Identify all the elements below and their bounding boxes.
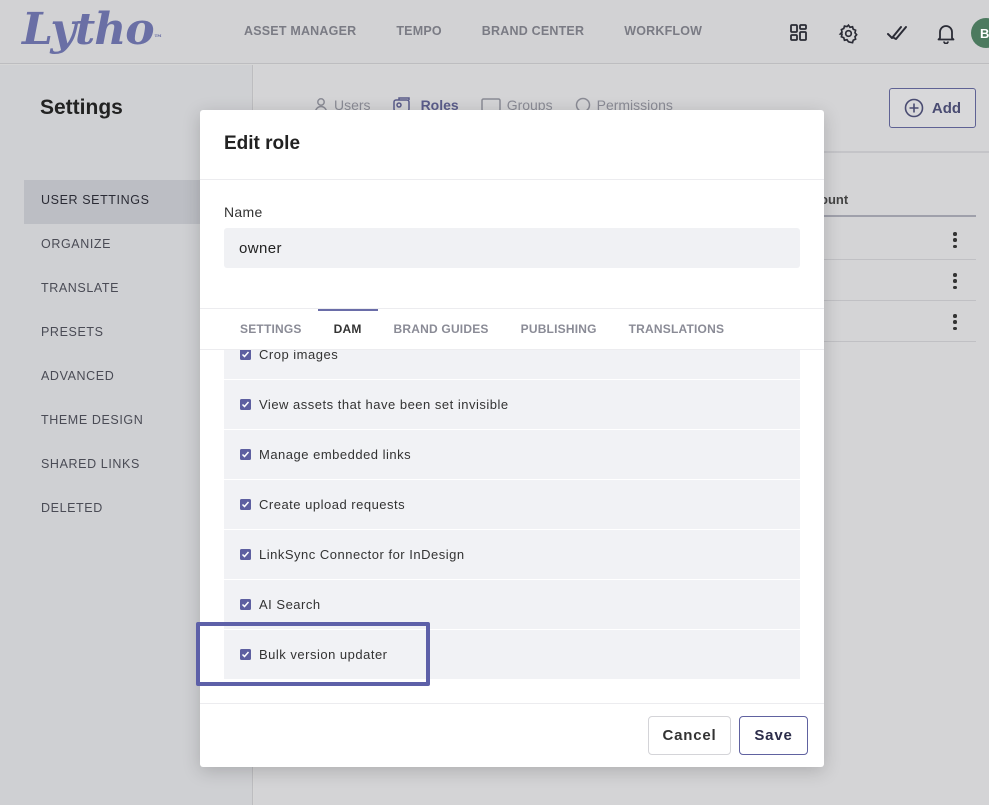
- nav-asset-manager[interactable]: ASSET MANAGER: [244, 24, 356, 38]
- table-row-divider: [820, 300, 976, 301]
- bell-icon[interactable]: [933, 20, 959, 46]
- top-icons: [786, 20, 959, 46]
- permissions-scroll-area[interactable]: Crop images View assets that have been s…: [224, 350, 800, 680]
- add-button-label: Add: [931, 99, 962, 117]
- nav-brand-center[interactable]: BRAND CENTER: [482, 24, 584, 38]
- row-menu-icon[interactable]: [949, 270, 961, 292]
- add-button[interactable]: Add: [889, 88, 976, 128]
- table-row-divider: [820, 341, 976, 342]
- nav-workflow[interactable]: WORKFLOW: [624, 24, 702, 38]
- permission-row: Manage embedded links: [224, 430, 800, 480]
- gear-icon[interactable]: [835, 20, 861, 46]
- main-nav: ASSET MANAGER TEMPO BRAND CENTER WORKFLO…: [244, 24, 702, 38]
- permission-row: AI Search: [224, 580, 800, 630]
- checkbox-checked-icon[interactable]: [240, 499, 251, 510]
- user-avatar[interactable]: B: [971, 18, 989, 48]
- name-label: Name: [224, 204, 263, 220]
- checkbox-checked-icon[interactable]: [240, 449, 251, 460]
- top-navbar: Lytho™ ASSET MANAGER TEMPO BRAND CENTER …: [0, 0, 989, 64]
- role-name-input[interactable]: [224, 228, 800, 268]
- apps-icon[interactable]: [786, 20, 812, 46]
- checkbox-checked-icon[interactable]: [240, 649, 251, 660]
- tab-translations[interactable]: TRANSLATIONS: [613, 309, 741, 349]
- table-row-divider: [820, 259, 976, 260]
- permission-label: AI Search: [259, 597, 321, 612]
- checkbox-checked-icon[interactable]: [240, 350, 251, 360]
- row-menu-icon[interactable]: [949, 311, 961, 333]
- modal-title: Edit role: [224, 133, 301, 154]
- checkbox-checked-icon[interactable]: [240, 599, 251, 610]
- tab-publishing[interactable]: PUBLISHING: [505, 309, 613, 349]
- modal-divider: [200, 703, 824, 704]
- logo-text: Lytho: [22, 4, 155, 55]
- permission-row: Crop images: [224, 350, 800, 380]
- nav-tempo[interactable]: TEMPO: [396, 24, 441, 38]
- column-header-count: ount: [820, 192, 849, 207]
- checkbox-checked-icon[interactable]: [240, 549, 251, 560]
- column-header-underline: [820, 215, 976, 217]
- permission-row: Create upload requests: [224, 480, 800, 530]
- permission-row: LinkSync Connector for InDesign: [224, 530, 800, 580]
- tab-dam[interactable]: DAM: [317, 309, 378, 349]
- tab-brand-guides[interactable]: BRAND GUIDES: [378, 309, 505, 349]
- sidebar-title: Settings: [40, 96, 123, 119]
- edit-role-modal: Edit role Name SETTINGS DAM BRAND GUIDES…: [200, 110, 824, 767]
- plus-circle-icon: [904, 98, 924, 118]
- save-button[interactable]: Save: [739, 716, 808, 755]
- modal-tabs: SETTINGS DAM BRAND GUIDES PUBLISHING TRA…: [224, 309, 740, 349]
- permission-label: Manage embedded links: [259, 447, 412, 462]
- permission-label: View assets that have been set invisible: [259, 397, 509, 412]
- cancel-button[interactable]: Cancel: [648, 716, 731, 755]
- lytho-logo[interactable]: Lytho™: [22, 4, 163, 55]
- checkbox-checked-icon[interactable]: [240, 399, 251, 410]
- permission-row: Bulk version updater: [224, 630, 800, 680]
- permission-label: Create upload requests: [259, 497, 406, 512]
- double-check-icon[interactable]: [884, 20, 910, 46]
- modal-divider: [200, 179, 824, 180]
- permission-row: View assets that have been set invisible: [224, 380, 800, 430]
- permission-label: LinkSync Connector for InDesign: [259, 547, 465, 562]
- tab-settings[interactable]: SETTINGS: [224, 309, 318, 349]
- logo-trademark: ™: [153, 34, 163, 44]
- permission-label: Bulk version updater: [259, 647, 388, 662]
- permissions-list: Crop images View assets that have been s…: [224, 350, 800, 680]
- permission-label: Crop images: [259, 350, 339, 362]
- row-menu-icon[interactable]: [949, 229, 961, 251]
